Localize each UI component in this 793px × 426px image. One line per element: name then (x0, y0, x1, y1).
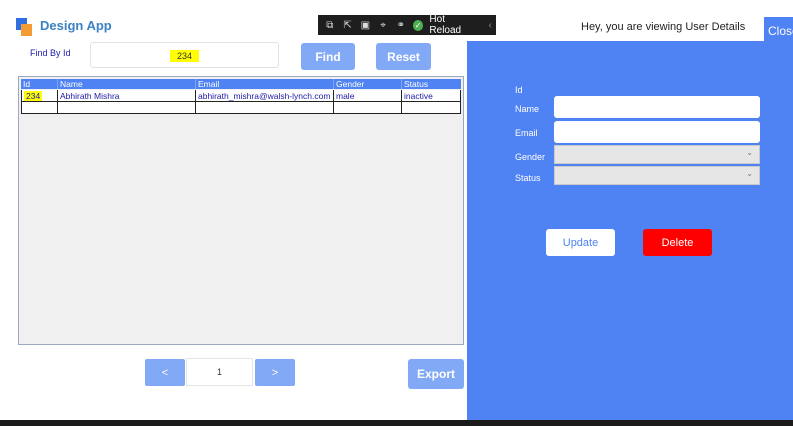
cell-name: Abhirath Mishra (57, 90, 195, 102)
find-by-id-label: Find By Id (30, 48, 71, 58)
header-message: Hey, you are viewing User Details (581, 21, 746, 33)
hot-reload-check-icon: ✓ (412, 19, 424, 31)
name-label: Name (515, 104, 540, 114)
app-logo-icon (16, 18, 32, 36)
cell-email: abhirath_mishra@walsh-lynch.com (195, 90, 333, 102)
next-page-button[interactable]: > (255, 359, 295, 386)
page-number-field[interactable]: 1 (186, 358, 253, 386)
collapse-chevron-icon[interactable]: ‹ (484, 19, 496, 31)
column-header-name[interactable]: Name (57, 79, 195, 89)
chevron-down-icon: ⌄ (746, 148, 753, 157)
debug-toolbar: ⧉ ⇱ ▣ ⌖ ⚭ ✓ Hot Reload ‹ (318, 14, 496, 36)
gender-label: Gender (515, 152, 546, 162)
delete-button[interactable]: Delete (643, 229, 712, 256)
app-window: Design App ⧉ ⇱ ▣ ⌖ ⚭ ✓ Hot Reload ‹ Hey,… (0, 0, 793, 420)
find-id-value: 234 (170, 50, 200, 62)
close-button[interactable]: Close (764, 17, 793, 44)
user-details-panel: Id Name Email Gender ⌄ Status ⌄ Update D… (467, 41, 793, 420)
table-row-new[interactable] (21, 102, 461, 114)
grid-header: Id Name Email Gender Status (21, 79, 461, 89)
status-label: Status (515, 173, 541, 183)
live-tree-icon[interactable]: ⧉ (324, 19, 336, 31)
display-layout-icon[interactable]: ▣ (359, 19, 371, 31)
table-row[interactable]: 234 Abhirath Mishra abhirath_mishra@wals… (21, 90, 461, 102)
column-header-email[interactable]: Email (195, 79, 333, 89)
select-element-icon[interactable]: ⇱ (342, 19, 354, 31)
cell-empty (333, 102, 401, 114)
cell-empty (21, 102, 57, 114)
email-label: Email (515, 128, 538, 138)
hot-reload-label[interactable]: Hot Reload (429, 14, 478, 36)
title-bar: Design App ⧉ ⇱ ▣ ⌖ ⚭ ✓ Hot Reload ‹ Hey,… (0, 5, 793, 44)
cell-empty (401, 102, 461, 114)
cell-empty (57, 102, 195, 114)
update-button[interactable]: Update (546, 229, 615, 256)
name-field[interactable] (554, 96, 760, 118)
cell-status: inactive (401, 90, 461, 102)
reset-button[interactable]: Reset (376, 43, 431, 70)
status-select[interactable]: ⌄ (554, 166, 760, 185)
cell-id-value: 234 (24, 91, 43, 101)
gender-select[interactable]: ⌄ (554, 145, 760, 164)
export-button[interactable]: Export (408, 359, 464, 389)
id-label: Id (515, 85, 523, 95)
cell-empty (195, 102, 333, 114)
users-grid: Id Name Email Gender Status 234 Abhirath… (18, 76, 464, 345)
column-header-gender[interactable]: Gender (333, 79, 401, 89)
prev-page-button[interactable]: < (145, 359, 185, 386)
email-field[interactable] (554, 121, 760, 143)
app-title: Design App (40, 18, 112, 33)
track-focus-icon[interactable]: ⌖ (377, 19, 389, 31)
cell-id: 234 (21, 90, 57, 102)
find-button[interactable]: Find (301, 43, 355, 70)
chevron-down-icon: ⌄ (746, 169, 753, 178)
cell-gender: male (333, 90, 401, 102)
binding-icon[interactable]: ⚭ (395, 19, 407, 31)
column-header-status[interactable]: Status (401, 79, 461, 89)
column-header-id[interactable]: Id (21, 79, 57, 89)
